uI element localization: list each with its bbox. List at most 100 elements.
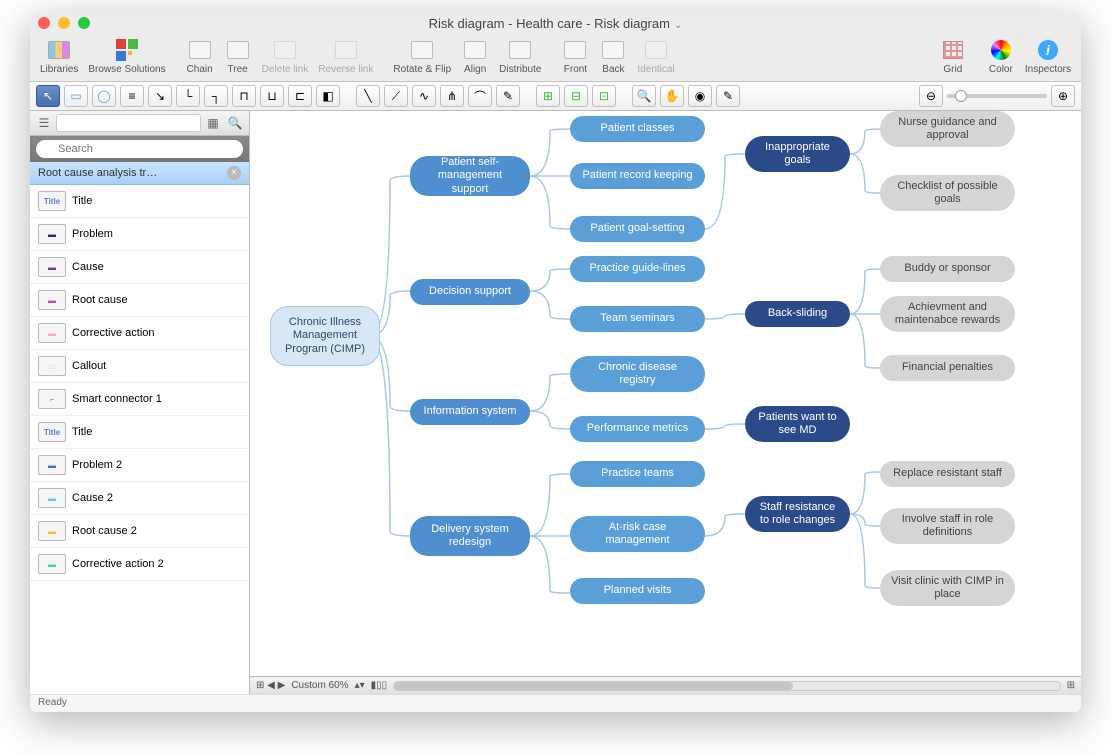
rotate-flip-button[interactable]: Rotate & Flip xyxy=(393,38,451,75)
zoom-stepper-icon[interactable]: ▴▾ xyxy=(355,680,365,691)
library-item[interactable]: TitleTitle xyxy=(30,185,249,218)
node-root[interactable]: Chronic Illness Management Program (CIMP… xyxy=(270,306,380,366)
connector1-button[interactable]: ↘ xyxy=(148,85,172,107)
inspectors-button[interactable]: iInspectors xyxy=(1025,38,1071,75)
zoom-level[interactable]: Custom 60% xyxy=(291,680,348,691)
zoom-thumb[interactable] xyxy=(955,90,967,102)
search-tab-icon[interactable]: 🔍 xyxy=(225,113,245,133)
node-risk[interactable]: Inappropriate goals xyxy=(745,136,850,172)
spline-tool-button[interactable]: ∿ xyxy=(412,85,436,107)
libraries-button[interactable]: Libraries xyxy=(40,38,78,75)
node-action[interactable]: Financial penalties xyxy=(880,355,1015,381)
zoom-tool-button[interactable]: 🔍 xyxy=(632,85,656,107)
node-risk[interactable]: Back-sliding xyxy=(745,301,850,327)
browse-solutions-button[interactable]: Browse Solutions xyxy=(88,38,165,75)
zoom-out-button[interactable]: ⊖ xyxy=(919,85,943,107)
poly-tool-button[interactable]: ⋔ xyxy=(440,85,464,107)
scroll-thumb[interactable] xyxy=(394,682,793,690)
tree-button[interactable]: Tree xyxy=(224,38,252,75)
node-level2[interactable]: Delivery system redesign xyxy=(410,516,530,556)
window-title[interactable]: Risk diagram - Health care - Risk diagra… xyxy=(30,16,1081,31)
library-header[interactable]: Root cause analysis tr… × xyxy=(30,162,249,185)
library-item[interactable]: TitleTitle xyxy=(30,416,249,449)
identical-button[interactable]: Identical xyxy=(637,38,674,75)
node-action[interactable]: Visit clinic with CIMP in place xyxy=(880,570,1015,606)
group3-button[interactable]: ⊡ xyxy=(592,85,616,107)
back-button[interactable]: Back xyxy=(599,38,627,75)
node-level2[interactable]: Patient self-management support xyxy=(410,156,530,196)
rect-tool-button[interactable]: ▭ xyxy=(64,85,88,107)
node-risk[interactable]: Patients want to see MD xyxy=(745,406,850,442)
reverse-link-button[interactable]: Reverse link xyxy=(318,38,373,75)
page-nav-icon[interactable]: ⊞ ◀ ▶ xyxy=(256,680,285,691)
node-leaf[interactable]: At-risk case management xyxy=(570,516,705,552)
tree-view-icon[interactable]: ☰ xyxy=(34,113,54,133)
library-item[interactable]: ▬Root cause 2 xyxy=(30,515,249,548)
connector3-button[interactable]: ┐ xyxy=(204,85,228,107)
search-input[interactable] xyxy=(36,140,243,158)
grid-button[interactable]: Grid xyxy=(939,38,967,75)
pointer-tool-button[interactable]: ↖ xyxy=(36,85,60,107)
freehand-tool-button[interactable]: ✎ xyxy=(496,85,520,107)
page-tabs-icon[interactable]: ▮▯▯ xyxy=(371,680,388,691)
eyedropper-tool-button[interactable]: ✎ xyxy=(716,85,740,107)
node-leaf[interactable]: Planned visits xyxy=(570,578,705,604)
ellipse-tool-button[interactable]: ◯ xyxy=(92,85,116,107)
connector6-button[interactable]: ⊏ xyxy=(288,85,312,107)
node-leaf[interactable]: Performance metrics xyxy=(570,416,705,442)
library-item[interactable]: ▬Cause 2 xyxy=(30,482,249,515)
connector2-button[interactable]: └ xyxy=(176,85,200,107)
distribute-button[interactable]: Distribute xyxy=(499,38,541,75)
node-leaf[interactable]: Chronic disease registry xyxy=(570,356,705,392)
library-list[interactable]: TitleTitle▬Problem▬Cause▬Root cause▬Corr… xyxy=(30,185,249,694)
node-action[interactable]: Buddy or sponsor xyxy=(880,256,1015,282)
diagram-canvas[interactable]: Chronic Illness Management Program (CIMP… xyxy=(250,111,1081,676)
zoom-in-button[interactable]: ⊕ xyxy=(1051,85,1075,107)
sidebar-tabs: ☰ ▦ 🔍 xyxy=(30,111,249,136)
bezier-tool-button[interactable]: ⌒ xyxy=(468,85,492,107)
zoom-slider[interactable] xyxy=(947,94,1047,98)
node-leaf[interactable]: Patient classes xyxy=(570,116,705,142)
canvas-corner-icon[interactable]: ⊞ xyxy=(1067,680,1075,691)
horizontal-scrollbar[interactable] xyxy=(393,681,1060,691)
align-button[interactable]: Align xyxy=(461,38,489,75)
node-leaf[interactable]: Patient goal-setting xyxy=(570,216,705,242)
line-tool-button[interactable]: ╲ xyxy=(356,85,380,107)
library-item[interactable]: ▬Problem 2 xyxy=(30,449,249,482)
node-leaf[interactable]: Practice guide-lines xyxy=(570,256,705,282)
arc-tool-button[interactable]: ⟋ xyxy=(384,85,408,107)
node-leaf[interactable]: Patient record keeping xyxy=(570,163,705,189)
connector4-button[interactable]: ⊓ xyxy=(232,85,256,107)
library-item-label: Cause xyxy=(72,261,104,273)
library-item[interactable]: ▭Callout xyxy=(30,350,249,383)
library-item[interactable]: ▬Problem xyxy=(30,218,249,251)
node-action[interactable]: Achievment and maintenabce rewards xyxy=(880,296,1015,332)
chain-button[interactable]: Chain xyxy=(186,38,214,75)
library-item[interactable]: ▬Corrective action 2 xyxy=(30,548,249,581)
stamp-tool-button[interactable]: ◉ xyxy=(688,85,712,107)
node-leaf[interactable]: Practice teams xyxy=(570,461,705,487)
node-level2[interactable]: Decision support xyxy=(410,279,530,305)
library-item[interactable]: ▬Cause xyxy=(30,251,249,284)
node-action[interactable]: Involve staff in role definitions xyxy=(880,508,1015,544)
library-item[interactable]: ⌐Smart connector 1 xyxy=(30,383,249,416)
grid-view-icon[interactable]: ▦ xyxy=(203,113,223,133)
library-item[interactable]: ▬Corrective action xyxy=(30,317,249,350)
hand-tool-button[interactable]: ✋ xyxy=(660,85,684,107)
node-action[interactable]: Replace resistant staff xyxy=(880,461,1015,487)
delete-link-button[interactable]: Delete link xyxy=(262,38,309,75)
node-action[interactable]: Checklist of possible goals xyxy=(880,175,1015,211)
node-risk[interactable]: Staff resistance to role changes xyxy=(745,496,850,532)
group2-button[interactable]: ⊟ xyxy=(564,85,588,107)
close-library-icon[interactable]: × xyxy=(227,166,241,180)
node-action[interactable]: Nurse guidance and approval xyxy=(880,111,1015,147)
front-button[interactable]: Front xyxy=(561,38,589,75)
text-tool-button[interactable]: ≡ xyxy=(120,85,144,107)
color-button[interactable]: Color xyxy=(987,38,1015,75)
connector5-button[interactable]: ⊔ xyxy=(260,85,284,107)
group1-button[interactable]: ⊞ xyxy=(536,85,560,107)
connector7-button[interactable]: ◧ xyxy=(316,85,340,107)
node-leaf[interactable]: Team seminars xyxy=(570,306,705,332)
library-item[interactable]: ▬Root cause xyxy=(30,284,249,317)
node-level2[interactable]: Information system xyxy=(410,399,530,425)
